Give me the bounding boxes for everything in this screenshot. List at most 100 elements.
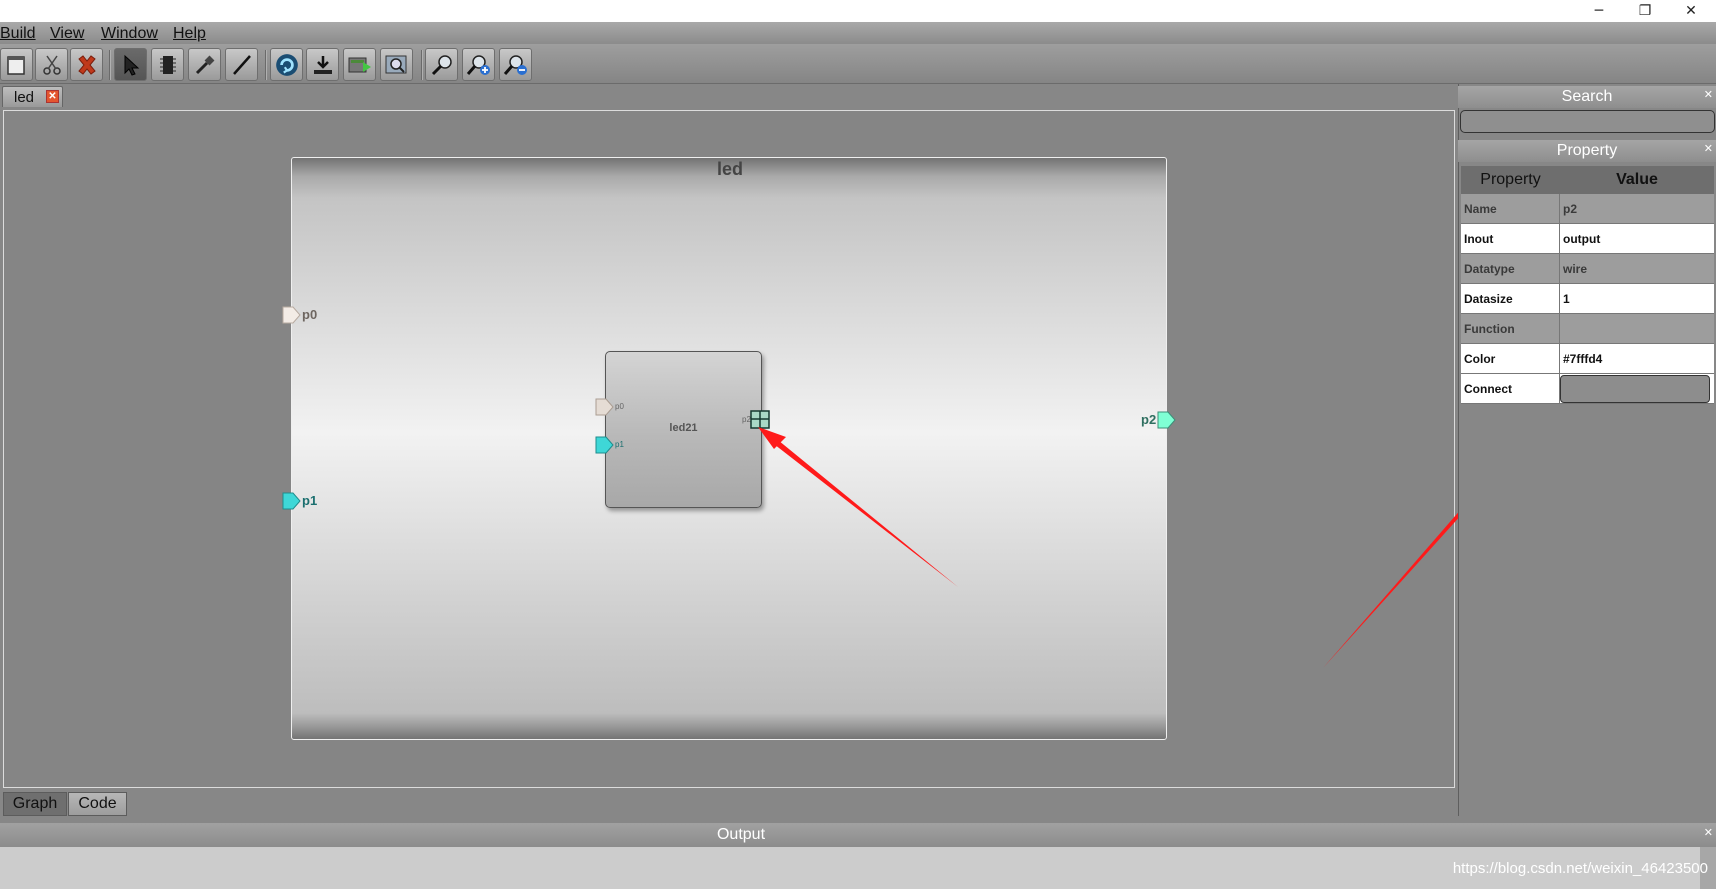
property-row-name[interactable]: Name p2: [1461, 194, 1714, 224]
tab-code[interactable]: Code: [68, 792, 127, 816]
toolbar-separator: [265, 50, 267, 80]
property-row-datatype[interactable]: Datatype wire: [1461, 254, 1714, 284]
property-table-header: Property Value: [1461, 166, 1714, 194]
property-key: Connect: [1461, 374, 1560, 403]
port-p0-label: p0: [302, 307, 318, 322]
block-port-p1-label: p1: [615, 440, 624, 449]
search-panel-header: Search ✕: [1458, 86, 1716, 108]
zoom-out-icon: [503, 54, 527, 75]
output-panel-header: Output ✕: [0, 823, 1716, 847]
module-title: led: [716, 159, 743, 179]
property-key: Name: [1461, 194, 1560, 223]
port-p1-label: p1: [302, 493, 318, 508]
column-header-value: Value: [1616, 171, 1658, 188]
zoom-in-icon: [466, 54, 490, 75]
delete-icon: [77, 54, 96, 75]
property-value[interactable]: wire: [1560, 254, 1714, 283]
close-icon[interactable]: ✕: [1704, 138, 1713, 160]
probe-icon: [195, 55, 214, 74]
property-value[interactable]: [1560, 314, 1714, 343]
zoom-out-button[interactable]: [499, 48, 532, 81]
menu-bar: Build View Window Help: [0, 22, 1716, 44]
property-panel-title: Property: [1556, 142, 1618, 159]
probe-button[interactable]: [188, 48, 221, 81]
new-file-button[interactable]: [0, 48, 33, 81]
magnifier-button[interactable]: [425, 48, 458, 81]
column-header-property: Property: [1480, 171, 1541, 188]
zoom-fit-button[interactable]: [380, 48, 413, 81]
toolbar-separator: [421, 50, 423, 80]
menu-help[interactable]: Help: [173, 25, 206, 43]
search-input[interactable]: [1460, 110, 1715, 133]
delete-button[interactable]: [70, 48, 103, 81]
toolbar-separator: [109, 50, 111, 80]
select-pointer-button[interactable]: [114, 48, 147, 81]
property-value[interactable]: 1: [1560, 284, 1714, 313]
close-window-button[interactable]: ✕: [1668, 0, 1714, 22]
block-port-p0-label: p0: [615, 402, 624, 411]
cut-icon: [42, 55, 61, 75]
menu-view[interactable]: View: [50, 25, 84, 43]
property-row-function[interactable]: Function: [1461, 314, 1714, 344]
block-led21[interactable]: led21: [605, 351, 762, 508]
property-row-inout[interactable]: Inout output: [1461, 224, 1714, 254]
close-icon: ✕: [1685, 3, 1697, 19]
block-port-p2-selected-icon[interactable]: [749, 408, 773, 432]
port-p1-icon[interactable]: [282, 491, 302, 511]
port-p2-label: p2: [1141, 412, 1157, 427]
tab-graph[interactable]: Graph: [3, 792, 67, 816]
property-row-color[interactable]: Color #7fffd4: [1461, 344, 1714, 374]
port-p0-icon[interactable]: [282, 305, 302, 325]
property-key: Datasize: [1461, 284, 1560, 313]
tab-label: led: [14, 89, 35, 106]
property-key: Function: [1461, 314, 1560, 343]
simulate-button[interactable]: [343, 48, 376, 81]
cut-button[interactable]: [35, 48, 68, 81]
property-value[interactable]: p2: [1560, 194, 1714, 223]
close-icon[interactable]: ✕: [1704, 84, 1713, 106]
property-key: Datatype: [1461, 254, 1560, 283]
close-icon[interactable]: ✕: [1704, 821, 1713, 845]
connect-input[interactable]: [1560, 374, 1710, 403]
title-bar: ─ ❐ ✕: [0, 0, 1716, 22]
port-p2-icon[interactable]: [1157, 410, 1177, 430]
wire-icon: [232, 54, 251, 75]
magnifier-icon: [431, 54, 452, 75]
restore-button[interactable]: ❐: [1622, 0, 1668, 22]
property-row-datasize[interactable]: Datasize 1: [1461, 284, 1714, 314]
property-panel-header: Property ✕: [1458, 140, 1716, 162]
block-port-p0-icon[interactable]: [595, 397, 615, 417]
tab-led[interactable]: led ✕: [2, 86, 63, 107]
property-row-connect[interactable]: Connect: [1461, 374, 1714, 404]
block-port-p1-icon[interactable]: [595, 435, 615, 455]
chip-button[interactable]: [151, 48, 184, 81]
tab-close-icon[interactable]: ✕: [46, 90, 59, 103]
tab-code-label: Code: [78, 795, 117, 812]
select-pointer-icon: [124, 54, 139, 76]
property-key: Inout: [1461, 224, 1560, 253]
simulate-icon: [348, 57, 371, 72]
menu-build[interactable]: Build: [0, 25, 36, 43]
restore-icon: ❐: [1638, 3, 1652, 19]
new-file-icon: [6, 55, 25, 75]
refresh-button[interactable]: [270, 48, 303, 81]
property-value[interactable]: output: [1560, 224, 1714, 253]
menu-window[interactable]: Window: [101, 25, 158, 43]
output-panel-title: Output: [716, 826, 766, 843]
minimize-icon: ─: [1594, 3, 1604, 19]
property-key: Color: [1461, 344, 1560, 373]
zoom-in-button[interactable]: [462, 48, 495, 81]
download-icon: [313, 55, 332, 74]
tab-graph-label: Graph: [12, 795, 58, 812]
property-value[interactable]: #7fffd4: [1560, 344, 1714, 373]
toolbar: [0, 44, 1716, 84]
block-title: led21: [669, 422, 698, 434]
zoom-fit-icon: [385, 55, 406, 73]
minimize-button[interactable]: ─: [1576, 0, 1622, 22]
watermark-text: https://blog.csdn.net/weixin_46423500: [1452, 860, 1708, 877]
download-button[interactable]: [306, 48, 339, 81]
wire-button[interactable]: [225, 48, 258, 81]
refresh-icon: [275, 53, 298, 76]
chip-icon: [159, 55, 176, 74]
search-panel-title: Search: [1561, 88, 1613, 105]
